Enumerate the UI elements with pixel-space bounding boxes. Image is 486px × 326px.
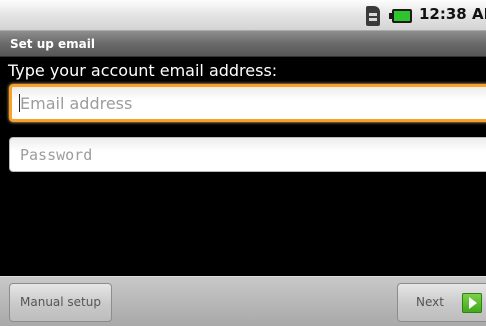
email-prompt-label: Type your account email address: (8, 61, 278, 80)
manual-setup-button[interactable]: Manual setup (9, 283, 112, 322)
page-title: Set up email (10, 37, 95, 51)
status-time: 12:38 AM (419, 5, 486, 23)
battery-icon (389, 9, 412, 23)
next-button[interactable]: Next (397, 283, 486, 322)
password-input[interactable] (9, 137, 486, 172)
text-cursor (19, 94, 20, 112)
email-address-input[interactable] (9, 84, 486, 122)
button-bar: Manual setup Next (0, 276, 486, 326)
title-bar: Set up email (0, 31, 486, 57)
next-arrow-icon (462, 293, 482, 313)
status-bar: 12:38 AM (0, 0, 486, 31)
email-setup-screen: 12:38 AM Set up email Type your account … (0, 0, 486, 326)
sim-card-icon (366, 6, 380, 26)
next-label: Next (416, 295, 444, 309)
manual-setup-label: Manual setup (20, 295, 101, 309)
